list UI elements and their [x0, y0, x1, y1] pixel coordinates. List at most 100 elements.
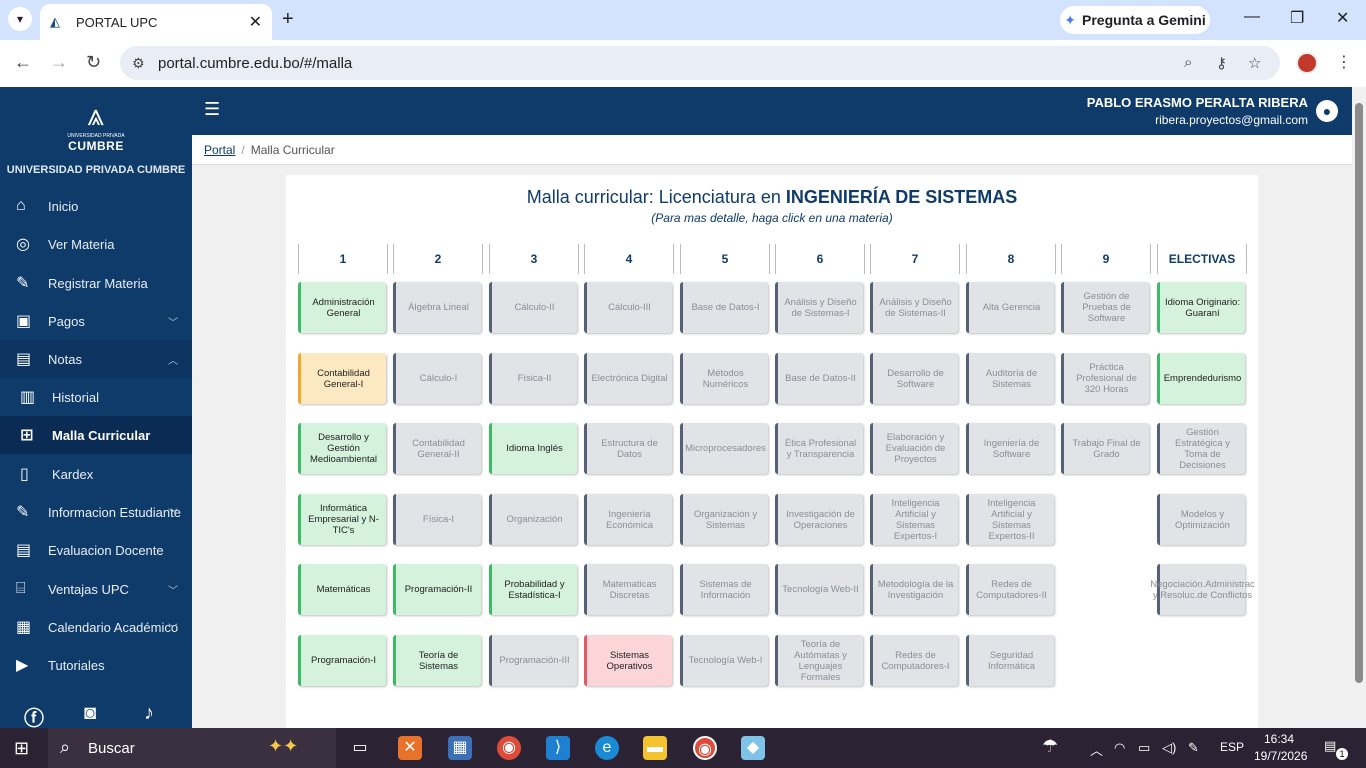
- course-card[interactable]: Ética Profesional y Transparencia: [775, 423, 863, 474]
- task-view-icon[interactable]: ▭: [348, 736, 372, 760]
- course-card[interactable]: Teoría de Sistemas: [393, 635, 481, 686]
- course-card[interactable]: Trabajo Final de Grado: [1061, 423, 1149, 474]
- vscode-icon[interactable]: ⟩: [546, 736, 570, 760]
- course-card[interactable]: Organización: [489, 494, 577, 545]
- sidebar-item-historial[interactable]: ▥ Historial: [0, 378, 192, 416]
- course-card[interactable]: Física-I: [393, 494, 481, 545]
- battery-icon[interactable]: ▭: [1138, 740, 1150, 756]
- taskbar-search[interactable]: ⌕ Buscar ✦✦: [48, 728, 336, 768]
- bookmark-star-icon[interactable]: ☆: [1248, 54, 1261, 72]
- course-card[interactable]: Negociación.Administrac y Resoluc.de Con…: [1150, 564, 1255, 615]
- close-window-icon[interactable]: ✕: [1336, 8, 1349, 28]
- language-indicator[interactable]: ESP: [1220, 740, 1244, 754]
- wifi-icon[interactable]: ◠: [1114, 740, 1125, 756]
- university-logo[interactable]: ⩓ UNIVERSIDAD PRIVADA CUMBRE: [66, 99, 126, 155]
- sidebar-item-pagos[interactable]: ▣ Pagos ﹀: [0, 302, 192, 340]
- course-card[interactable]: Tecnología Web-I: [680, 635, 768, 686]
- instagram-icon[interactable]: ◙: [84, 702, 96, 725]
- sidebar-item-calendario-academico[interactable]: ▦ Calendario Académico ﹀: [0, 608, 192, 646]
- chrome-icon[interactable]: ◉: [497, 736, 521, 760]
- pen-icon[interactable]: ✎: [1188, 740, 1199, 756]
- breadcrumb-portal-link[interactable]: Portal: [204, 143, 235, 157]
- new-tab-icon[interactable]: +: [282, 8, 294, 31]
- course-card[interactable]: Ingeniería de Software: [966, 423, 1054, 474]
- course-card[interactable]: Estructura de Datos: [584, 423, 672, 474]
- course-card[interactable]: Programación-I: [298, 635, 386, 686]
- course-card[interactable]: Gestión Estratégica y Toma de Decisiones: [1157, 423, 1245, 474]
- gemini-button[interactable]: ✦ Pregunta a Gemini: [1060, 6, 1210, 34]
- course-card[interactable]: Informática Empresarial y N-TIC's: [298, 494, 386, 545]
- sidebar-item-inicio[interactable]: ⌂ Inicio: [0, 187, 192, 225]
- course-card[interactable]: Base de Datos-I: [680, 282, 768, 333]
- course-card[interactable]: Redes de Computadores-I: [870, 635, 958, 686]
- address-bar[interactable]: ⚙ portal.cumbre.edu.bo/#/malla ⌕ ⚷ ☆: [120, 46, 1280, 80]
- tab-search-icon[interactable]: ▾: [8, 7, 32, 31]
- course-card[interactable]: Cálculo-III: [584, 282, 672, 333]
- windows-start-icon[interactable]: ⊞: [14, 738, 29, 759]
- course-card[interactable]: Cálculo-II: [489, 282, 577, 333]
- browser-menu-icon[interactable]: ⋮: [1336, 52, 1352, 72]
- course-card[interactable]: Elaboración y Evaluación de Proyectos: [870, 423, 958, 474]
- course-card[interactable]: Electrónica Digital: [584, 353, 672, 404]
- page-scrollbar[interactable]: [1352, 87, 1366, 728]
- tiktok-icon[interactable]: ♪: [144, 702, 154, 725]
- profile-avatar[interactable]: [1296, 52, 1318, 74]
- course-card[interactable]: Redes de Computadores-II: [966, 564, 1054, 615]
- reload-icon[interactable]: ↻: [86, 52, 101, 73]
- hamburger-menu-icon[interactable]: ☰: [204, 99, 220, 120]
- sidebar-item-kardex[interactable]: ▯ Kardex: [0, 455, 192, 493]
- course-card[interactable]: Tecnología Web-II: [775, 564, 863, 615]
- chrome-active-icon[interactable]: ◉: [693, 736, 717, 760]
- course-card[interactable]: Programación-II: [393, 564, 481, 615]
- course-card[interactable]: Probabilidad y Estadística-I: [489, 564, 577, 615]
- notifications-icon[interactable]: ▤: [1324, 738, 1336, 754]
- course-card[interactable]: Microprocesadores: [680, 423, 768, 474]
- course-card[interactable]: Organización y Sistemas: [680, 494, 768, 545]
- course-card[interactable]: Inteligencia Artificial y Sistemas Exper…: [870, 494, 958, 545]
- close-tab-icon[interactable]: ✕: [249, 12, 262, 32]
- course-card[interactable]: Desarrollo y Gestión Medioambiental: [298, 423, 386, 474]
- restore-icon[interactable]: ❐: [1290, 8, 1304, 28]
- course-card[interactable]: Idioma Originario: Guaraní: [1157, 282, 1245, 333]
- course-card[interactable]: Análisis y Diseño de Sistemas-I: [775, 282, 863, 333]
- course-card[interactable]: Alta Gerencia: [966, 282, 1054, 333]
- course-card[interactable]: Inteligencia Artificial y Sistemas Exper…: [966, 494, 1054, 545]
- back-icon[interactable]: ←: [14, 52, 32, 73]
- course-card[interactable]: Matemáticas: [298, 564, 386, 615]
- file-explorer-icon[interactable]: ▬: [643, 736, 667, 760]
- sidebar-item-malla-curricular[interactable]: ⊞ Malla Curricular: [0, 416, 192, 454]
- course-card[interactable]: Física-II: [489, 353, 577, 404]
- xampp-icon[interactable]: ✕: [398, 736, 422, 760]
- sidebar-item-informacion-estudiante[interactable]: ✎ Informacion Estudiante ﹀: [0, 493, 192, 531]
- course-card[interactable]: Auditoría de Sistemas: [966, 353, 1054, 404]
- calculator-icon[interactable]: ▦: [448, 736, 472, 760]
- zoom-icon[interactable]: ⌕: [1184, 54, 1192, 71]
- course-card[interactable]: Administración General: [298, 282, 386, 333]
- course-card[interactable]: Emprendedurismo: [1157, 353, 1245, 404]
- browser-tab[interactable]: ◭ PORTAL UPC ✕: [40, 4, 272, 40]
- sidebar-item-registrar-materia[interactable]: ✎ Registrar Materia: [0, 264, 192, 302]
- course-card[interactable]: Programación-III: [489, 635, 577, 686]
- site-info-icon[interactable]: ⚙: [132, 55, 145, 72]
- sidebar-item-ventajas-upc[interactable]: ⌸ Ventajas UPC ﹀: [0, 570, 192, 608]
- course-card[interactable]: Sistemas de Información: [680, 564, 768, 615]
- course-card[interactable]: Metodología de la Investigación: [870, 564, 958, 615]
- system-clock[interactable]: 16:34 19/7/2026: [1254, 731, 1307, 765]
- course-card[interactable]: Contabilidad General-II: [393, 423, 481, 474]
- password-key-icon[interactable]: ⚷: [1216, 54, 1227, 72]
- facebook-icon[interactable]: ⓕ: [24, 702, 44, 731]
- sidebar-item-tutoriales[interactable]: ▶ Tutoriales: [0, 646, 192, 684]
- course-card[interactable]: Matematicas Discretas: [584, 564, 672, 615]
- course-card[interactable]: Investigación de Operaciones: [775, 494, 863, 545]
- sidebar-item-ver-materia[interactable]: ◎ Ver Materia: [0, 225, 192, 263]
- sidebar-item-evaluacion-docente[interactable]: ▤ Evaluacion Docente: [0, 531, 192, 569]
- course-card[interactable]: Práctica Profesional de 320 Horas: [1061, 353, 1149, 404]
- course-card[interactable]: Desarrollo de Software: [870, 353, 958, 404]
- course-card[interactable]: Idioma Inglés: [489, 423, 577, 474]
- app-window-icon[interactable]: ◆: [741, 736, 765, 760]
- course-card[interactable]: Álgebra Lineal: [393, 282, 481, 333]
- course-card[interactable]: Base de Datos-II: [775, 353, 863, 404]
- course-card[interactable]: Seguridad Informática: [966, 635, 1054, 686]
- course-card[interactable]: Modelos y Optimización: [1157, 494, 1245, 545]
- sidebar-item-notas[interactable]: ▤ Notas ︿: [0, 340, 192, 378]
